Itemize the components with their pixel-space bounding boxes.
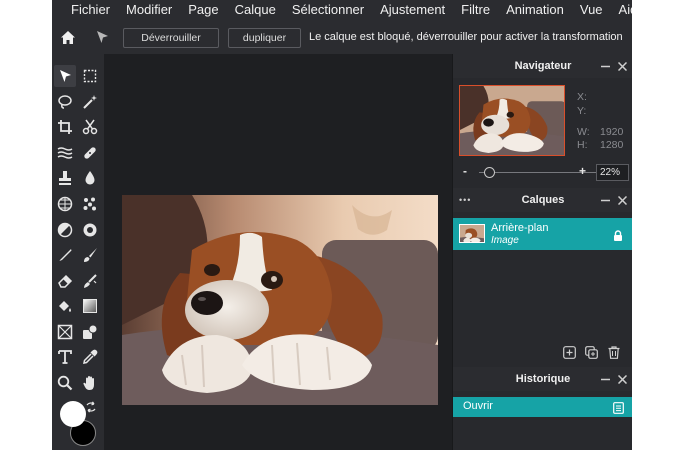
duplicate-button[interactable]: dupliquer: [228, 28, 301, 48]
pen-icon[interactable]: [54, 244, 76, 266]
history-row-open[interactable]: Ouvrir: [453, 397, 632, 417]
canvas-workspace[interactable]: [104, 54, 452, 450]
new-layer-icon[interactable]: [563, 346, 576, 364]
menu-animation[interactable]: Animation: [506, 0, 564, 20]
history-document-icon: [613, 401, 624, 419]
menu-ajustement[interactable]: Ajustement: [380, 0, 445, 20]
options-toolbar: Déverrouiller dupliquer Le calque est bl…: [52, 20, 632, 54]
layer-lock-icon[interactable]: [613, 228, 623, 246]
nav-h-value: 1280: [600, 139, 624, 151]
history-title: Historique: [515, 373, 571, 385]
zoom-icon[interactable]: [54, 372, 76, 394]
right-panels: Navigateur X: Y: W: 1920 H: 1280 - + 22%…: [452, 54, 632, 450]
zoom-in-button[interactable]: +: [579, 164, 586, 178]
zoom-out-button[interactable]: -: [463, 164, 467, 178]
navigator-minimize-icon[interactable]: [601, 54, 610, 78]
photo-editor-app: Fichier Modifier Page Calque Sélectionne…: [52, 0, 632, 450]
duplicate-layer-icon[interactable]: [585, 346, 598, 364]
navigator-thumbnail[interactable]: [459, 85, 565, 156]
bucket-icon[interactable]: [54, 295, 76, 317]
scatter-icon[interactable]: [79, 193, 101, 215]
gradient-icon[interactable]: [79, 295, 101, 317]
smudge-icon[interactable]: [79, 270, 101, 292]
text-icon[interactable]: [54, 346, 76, 368]
layer-row-background[interactable]: Arrière-plan Image: [453, 218, 632, 250]
move-arrow-icon[interactable]: [90, 25, 114, 49]
menu-bar: Fichier Modifier Page Calque Sélectionne…: [52, 0, 632, 20]
layers-title: Calques: [521, 194, 565, 206]
shape-icon[interactable]: [79, 321, 101, 343]
menu-filtre[interactable]: Filtre: [461, 0, 490, 20]
layers-menu-dots-icon[interactable]: •••: [459, 188, 471, 212]
sponge-icon[interactable]: [79, 219, 101, 241]
magic-wand-icon[interactable]: [79, 91, 101, 113]
dodge-icon[interactable]: [54, 219, 76, 241]
menu-page[interactable]: Page: [188, 0, 218, 20]
menu-fichier[interactable]: Fichier: [71, 0, 110, 20]
bandage-icon[interactable]: [79, 142, 101, 164]
nav-h-label: H:: [577, 139, 588, 151]
zoom-slider-handle[interactable]: [483, 167, 495, 178]
lock-message: Le calque est bloqué, déverrouiller pour…: [309, 31, 623, 43]
scissors-icon[interactable]: [79, 116, 101, 138]
nav-x-label: X:: [577, 91, 587, 103]
frame-icon[interactable]: [54, 321, 76, 343]
history-close-icon[interactable]: [618, 367, 627, 391]
layer-name: Arrière-plan: [491, 222, 549, 234]
nav-y-label: Y:: [577, 105, 587, 117]
sphere-icon[interactable]: [54, 193, 76, 215]
menu-modifier[interactable]: Modifier: [126, 0, 172, 20]
dog-photo-canvas[interactable]: [122, 195, 438, 405]
menu-vue[interactable]: Vue: [580, 0, 603, 20]
swap-colors-icon[interactable]: [84, 400, 98, 414]
marquee-icon[interactable]: [79, 65, 101, 87]
unlock-button[interactable]: Déverrouiller: [123, 28, 219, 48]
move-icon[interactable]: [54, 65, 76, 87]
home-icon[interactable]: [56, 25, 80, 49]
delete-layer-icon[interactable]: [608, 346, 620, 364]
navigator-title: Navigateur: [514, 60, 572, 72]
crop-icon[interactable]: [54, 116, 76, 138]
hand-icon[interactable]: [79, 372, 101, 394]
layer-thumbnail: [459, 224, 485, 243]
drop-icon[interactable]: [79, 167, 101, 189]
history-minimize-icon[interactable]: [601, 367, 610, 391]
tools-panel: [52, 54, 104, 450]
zoom-input[interactable]: 22%: [596, 164, 629, 181]
menu-calque[interactable]: Calque: [235, 0, 276, 20]
layers-close-icon[interactable]: [618, 188, 627, 212]
layers-minimize-icon[interactable]: [601, 188, 610, 212]
eyedropper-icon[interactable]: [79, 346, 101, 368]
brush-icon[interactable]: [79, 244, 101, 266]
nav-w-value: 1920: [600, 126, 624, 138]
stamp-icon[interactable]: [54, 167, 76, 189]
liquify-icon[interactable]: [54, 142, 76, 164]
layer-type: Image: [491, 235, 519, 246]
history-item-label: Ouvrir: [463, 400, 493, 412]
nav-w-label: W:: [577, 126, 590, 138]
eraser-icon[interactable]: [54, 270, 76, 292]
menu-selectionner[interactable]: Sélectionner: [292, 0, 364, 20]
foreground-color-swatch[interactable]: [60, 401, 86, 427]
lasso-icon[interactable]: [54, 91, 76, 113]
navigator-close-icon[interactable]: [618, 54, 627, 78]
menu-aide[interactable]: Aide: [619, 0, 632, 20]
